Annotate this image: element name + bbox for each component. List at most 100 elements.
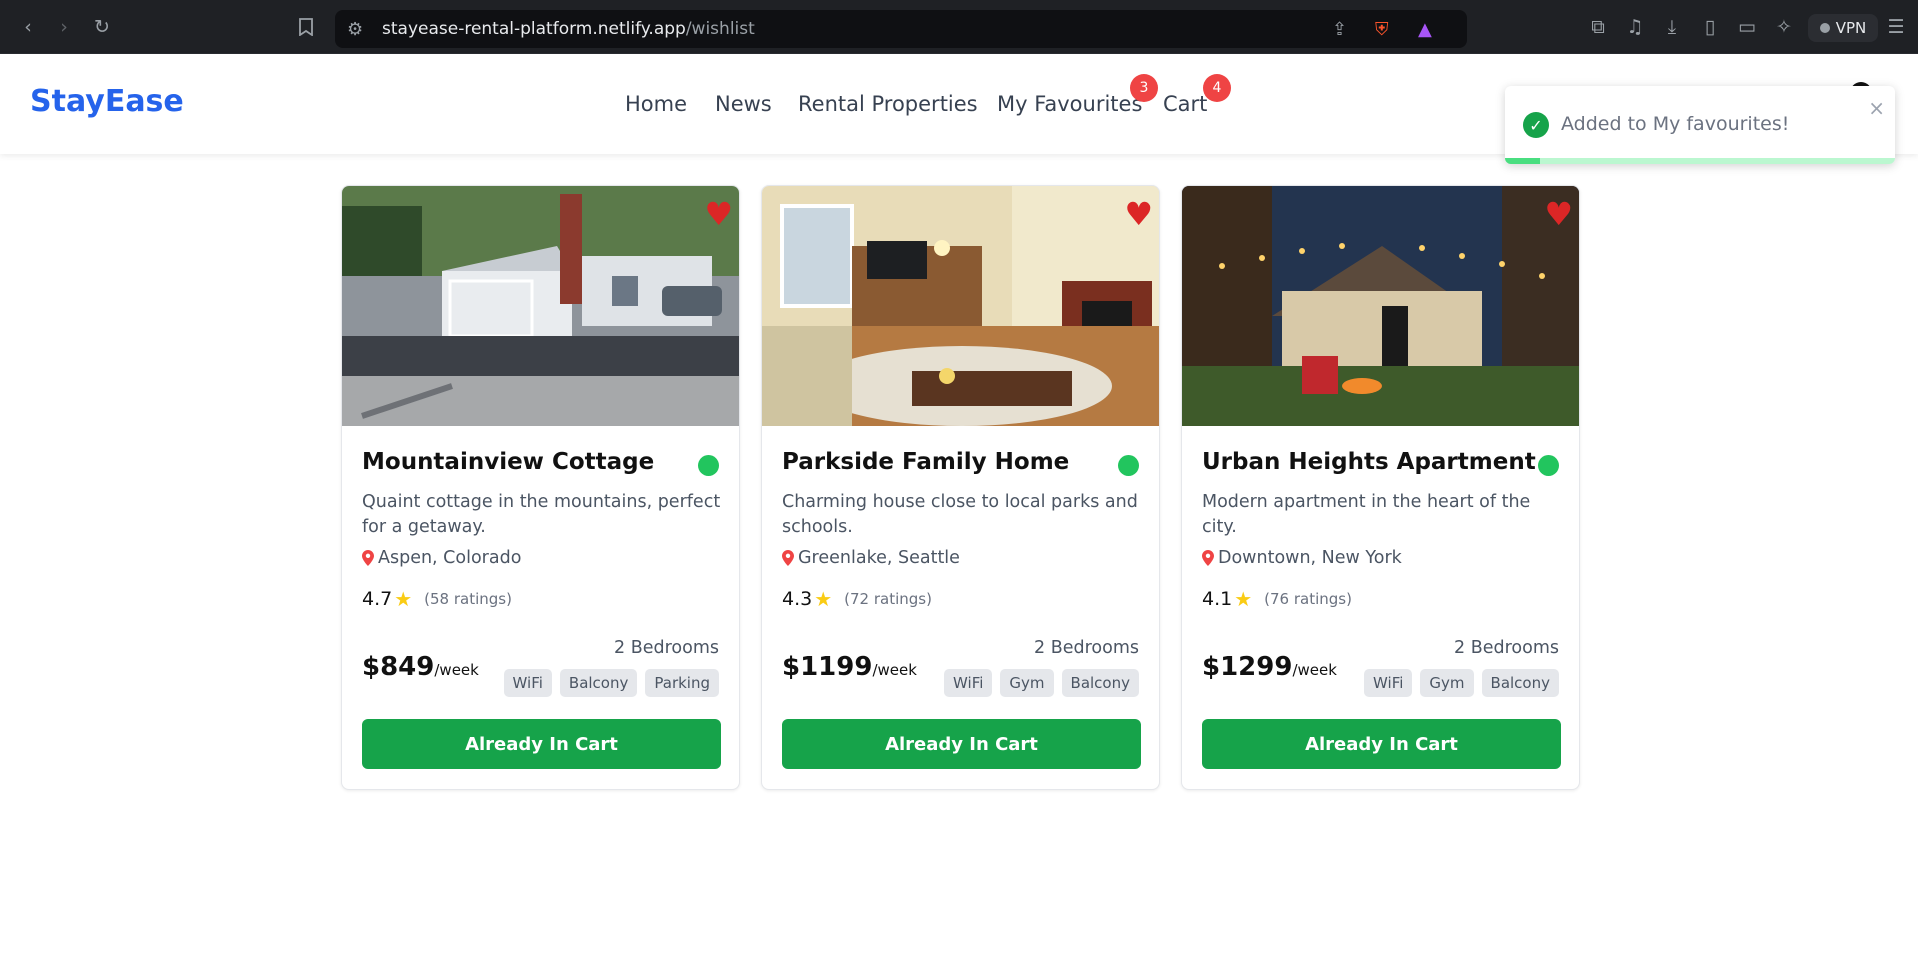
property-photo: ♥ (1182, 186, 1579, 426)
amenity-tag: Balcony (559, 669, 638, 697)
rating-value: 4.1 (1202, 588, 1233, 610)
property-price: $1199/week (782, 652, 917, 682)
heart-icon[interactable]: ♥ (1124, 198, 1153, 230)
site-logo[interactable]: StayEase (30, 84, 184, 119)
property-card: ♥ Mountainview Cottage Quaint cottage in… (341, 185, 740, 790)
location-label: Downtown, New York (1218, 548, 1402, 568)
property-rating: 4.3 ★ (72 ratings) (782, 587, 932, 611)
vpn-status-icon (1819, 23, 1830, 33)
back-icon[interactable]: ‹ (16, 15, 40, 39)
amenity-list: WiFi Balcony Parking (503, 669, 719, 697)
amenity-tag: Gym (1000, 669, 1054, 697)
property-location: Aspen, Colorado (362, 548, 521, 568)
property-description: Modern apartment in the heart of the cit… (1202, 492, 1531, 537)
already-in-cart-button[interactable]: Already In Cart (1202, 719, 1561, 769)
price-value: $849 (362, 652, 435, 682)
property-title[interactable]: Mountainview Cottage (362, 449, 654, 475)
property-location: Downtown, New York (1202, 548, 1402, 568)
menu-icon[interactable]: ☰ (1884, 15, 1908, 39)
amenity-tag: WiFi (1364, 669, 1413, 697)
star-icon: ★ (814, 587, 833, 611)
price-unit: /week (434, 661, 479, 679)
property-location: Greenlake, Seattle (782, 548, 960, 568)
amenity-tag: Gym (1420, 669, 1474, 697)
brave-rewards-icon[interactable]: ▲ (1418, 19, 1432, 40)
price-value: $1299 (1202, 652, 1293, 682)
ratings-count: (76 ratings) (1264, 590, 1352, 608)
close-icon[interactable]: × (1868, 96, 1885, 120)
toast-progress-bar (1505, 158, 1895, 164)
property-description: Quaint cottage in the mountains, perfect… (362, 492, 721, 537)
availability-dot (698, 455, 719, 476)
price-value: $1199 (782, 652, 873, 682)
availability-dot (1538, 455, 1559, 476)
nav-news[interactable]: News (715, 92, 772, 116)
property-photo: ♥ (342, 186, 739, 426)
ratings-count: (72 ratings) (844, 590, 932, 608)
share-icon[interactable]: ⇪ (1332, 19, 1347, 40)
url-text: stayease-rental-platform.netlify.app/wis… (382, 19, 755, 39)
vpn-button[interactable]: VPN (1808, 14, 1878, 42)
property-rating: 4.1 ★ (76 ratings) (1202, 587, 1352, 611)
favourites-count-badge: 3 (1130, 74, 1158, 102)
availability-dot (1118, 455, 1139, 476)
nav-home[interactable]: Home (625, 92, 687, 116)
site-settings-icon[interactable]: ⚙ (347, 19, 363, 40)
heart-icon[interactable]: ♥ (704, 198, 733, 230)
property-price: $1299/week (1202, 652, 1337, 682)
property-card: ♥ Parkside Family Home Charming house cl… (761, 185, 1160, 790)
star-icon: ★ (394, 587, 413, 611)
star-icon: ★ (1234, 587, 1253, 611)
location-label: Greenlake, Seattle (798, 548, 960, 568)
price-unit: /week (872, 661, 917, 679)
amenity-list: WiFi Gym Balcony (944, 669, 1139, 697)
amenity-list: WiFi Gym Balcony (1364, 669, 1559, 697)
amenity-tag: Balcony (1061, 669, 1139, 697)
amenity-tag: WiFi (503, 669, 552, 697)
amenity-tag: Parking (645, 669, 719, 697)
property-description: Charming house close to local parks and … (782, 492, 1138, 537)
property-card: ♥ Urban Heights Apartment Modern apartme… (1181, 185, 1580, 790)
ratings-count: (58 ratings) (424, 590, 512, 608)
map-pin-icon (362, 550, 374, 566)
price-unit: /week (1292, 661, 1337, 679)
amenity-tag: Balcony (1481, 669, 1559, 697)
nav-rental-properties[interactable]: Rental Properties (798, 92, 978, 116)
toast-progress-fill (1505, 158, 1541, 164)
downloads-icon[interactable]: ⤓ (1660, 15, 1684, 39)
wallet-icon[interactable]: ▭ (1735, 15, 1759, 39)
already-in-cart-button[interactable]: Already In Cart (362, 719, 721, 769)
bedrooms-count: 2 Bedrooms (1454, 638, 1559, 658)
bedrooms-count: 2 Bedrooms (1034, 638, 1139, 658)
extensions-icon[interactable]: ⧉ (1586, 15, 1610, 39)
property-photo: ♥ (762, 186, 1159, 426)
toast-message: Added to My favourites! (1561, 113, 1790, 135)
rating-value: 4.3 (782, 588, 813, 610)
property-price: $849/week (362, 652, 479, 682)
check-circle-icon: ✓ (1523, 112, 1549, 138)
brave-shield-icon[interactable]: ⛨ (1375, 19, 1389, 40)
property-title[interactable]: Urban Heights Apartment (1202, 449, 1536, 475)
browser-toolbar: ‹ › ↻ ⚙ stayease-rental-platform.netlify… (0, 0, 1918, 54)
bookmark-icon[interactable] (294, 15, 318, 39)
property-title[interactable]: Parkside Family Home (782, 449, 1069, 475)
reload-icon[interactable]: ↻ (90, 15, 114, 39)
cart-count-badge: 4 (1203, 74, 1231, 102)
rating-value: 4.7 (362, 588, 393, 610)
vpn-label: VPN (1835, 19, 1867, 37)
map-pin-icon (1202, 550, 1214, 566)
forward-icon[interactable]: › (52, 15, 76, 39)
leo-ai-icon[interactable]: ✧ (1772, 15, 1796, 39)
property-rating: 4.7 ★ (58 ratings) (362, 587, 512, 611)
map-pin-icon (782, 550, 794, 566)
amenity-tag: WiFi (944, 669, 993, 697)
nav-my-favourites[interactable]: My Favourites (997, 92, 1142, 116)
media-icon[interactable]: ♫ (1623, 15, 1647, 39)
toast-notification: ✓ Added to My favourites! × (1505, 86, 1895, 164)
heart-icon[interactable]: ♥ (1544, 198, 1573, 230)
bedrooms-count: 2 Bedrooms (614, 638, 719, 658)
address-bar[interactable]: ⚙ stayease-rental-platform.netlify.app/w… (335, 10, 1467, 48)
sidebar-icon[interactable]: ▯ (1698, 15, 1722, 39)
already-in-cart-button[interactable]: Already In Cart (782, 719, 1141, 769)
nav-cart[interactable]: Cart (1163, 92, 1207, 116)
